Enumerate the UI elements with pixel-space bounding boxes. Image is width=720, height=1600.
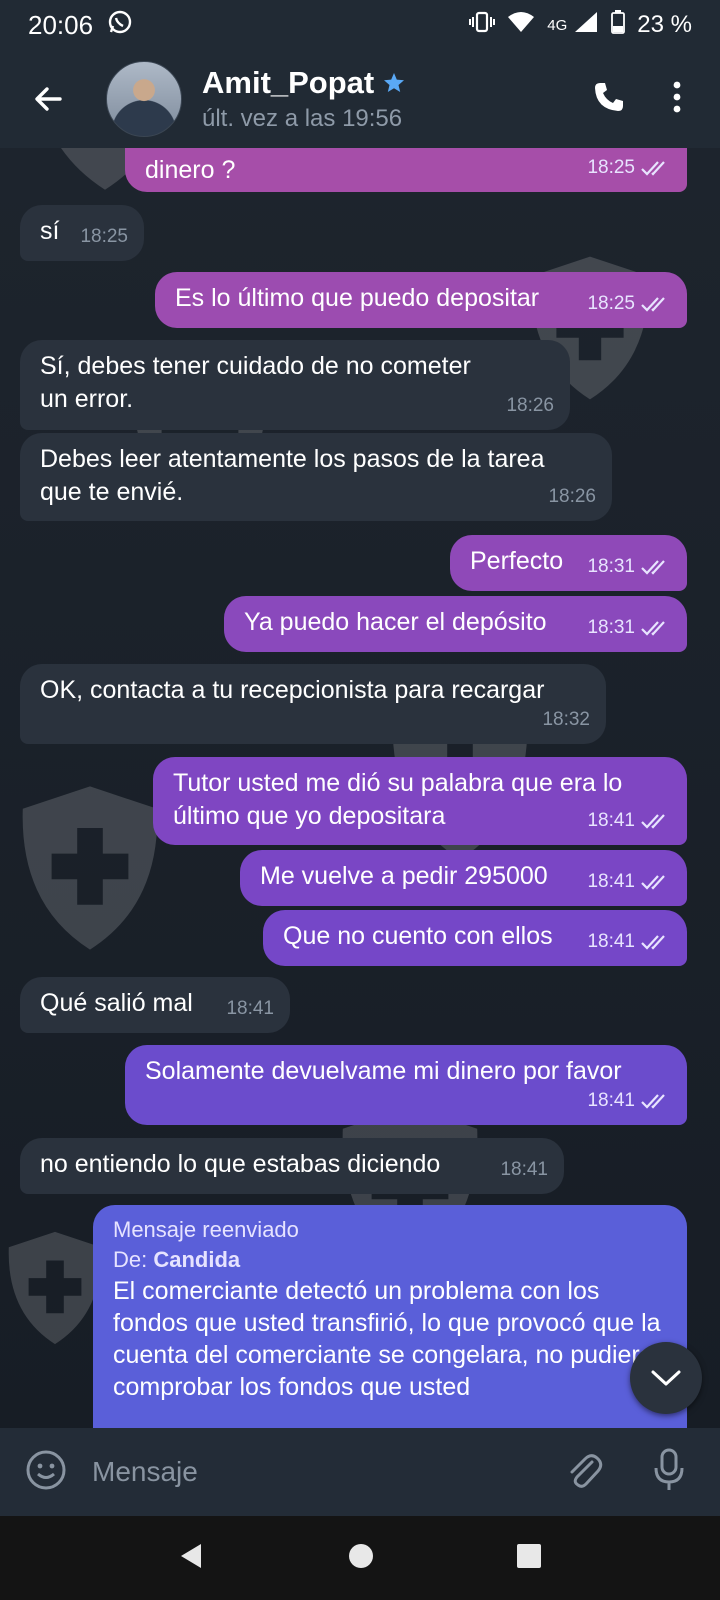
incoming-message[interactable]: Debes leer atentamente los pasos de la t… (20, 433, 612, 521)
double-check-icon (641, 160, 665, 176)
message-time: 18:41 (587, 931, 635, 952)
message-text: sí (40, 217, 60, 245)
message-text: El comerciante detectó un problema con l… (113, 1277, 661, 1401)
forwarded-from: De: Candida (113, 1245, 667, 1275)
double-check-icon (641, 1093, 665, 1109)
message-time: 18:25 (587, 293, 635, 314)
attach-button[interactable] (564, 1448, 604, 1497)
nav-back-button[interactable] (177, 1541, 207, 1576)
circle-home-icon (349, 1543, 373, 1568)
message-time: 18:31 (587, 617, 635, 638)
message-text: Es lo último que puedo depositar (175, 284, 540, 312)
message-text: Debes leer atentamente los pasos de la t… (40, 445, 545, 506)
scroll-down-button[interactable] (630, 1342, 702, 1414)
status-bar: 20:06 4G 23 % (0, 0, 720, 50)
message-text: Me vuelve a pedir 295000 (260, 862, 548, 890)
triangle-back-icon (181, 1543, 201, 1568)
signal-icon (573, 10, 599, 41)
outgoing-message[interactable]: Me vuelve a pedir 295000 18:41 (240, 850, 687, 906)
outgoing-message[interactable]: Es lo último que puedo depositar 18:25 (155, 272, 687, 328)
message-text: OK, contacta a tu recepcionista para rec… (40, 676, 545, 704)
outgoing-message[interactable]: Tutor usted me dió su palabra que era lo… (153, 757, 687, 845)
chat-header: Amit_Popat últ. vez a las 19:56 (0, 50, 720, 148)
message-time: 18:26 (506, 395, 554, 416)
forwarded-message[interactable]: Mensaje reenviado De: Candida El comerci… (93, 1205, 687, 1428)
message-input[interactable]: Mensaje (92, 1456, 198, 1488)
message-time: 18:41 (500, 1159, 548, 1180)
message-text: dinero ? (145, 156, 236, 184)
square-recents-icon (517, 1543, 541, 1568)
emoji-button[interactable] (24, 1448, 68, 1497)
chevron-down-icon (651, 1370, 681, 1386)
incoming-message[interactable]: no entiendo lo que estabas diciendo 18:4… (20, 1138, 564, 1194)
emoji-icon (26, 1450, 66, 1489)
vibrate-icon (469, 9, 496, 42)
double-check-icon (641, 296, 665, 312)
double-check-icon (641, 874, 665, 890)
message-time: 18:26 (548, 486, 596, 507)
incoming-message[interactable]: OK, contacta a tu recepcionista para rec… (20, 664, 606, 744)
forwarded-label: Mensaje reenviado (113, 1217, 299, 1242)
double-check-icon (641, 934, 665, 950)
message-time: 18:41 (587, 1090, 635, 1111)
message-text: no entiendo lo que estabas diciendo (40, 1150, 441, 1178)
double-check-icon (641, 620, 665, 636)
message-text: Qué salió mal (40, 989, 193, 1017)
forwarded-from-prefix: De: (113, 1247, 148, 1272)
whatsapp-icon (107, 9, 133, 42)
arrow-left-icon (35, 87, 62, 111)
message-text: Que no cuento con ellos (283, 922, 553, 950)
last-seen: últ. vez a las 19:56 (202, 105, 403, 132)
outgoing-message[interactable]: Solamente devuelvame mi dinero por favor… (125, 1045, 687, 1125)
back-button[interactable] (20, 71, 76, 127)
premium-star-icon (384, 73, 405, 92)
avatar[interactable] (106, 61, 182, 137)
voice-button[interactable] (652, 1447, 686, 1498)
outgoing-message[interactable]: Perfecto 18:31 (450, 535, 687, 591)
incoming-message[interactable]: Sí, debes tener cuidado de no cometer un… (20, 340, 570, 430)
incoming-message[interactable]: sí 18:25 (20, 205, 144, 261)
incoming-message[interactable]: Qué salió mal 18:41 (20, 977, 290, 1033)
message-time: 18:31 (587, 556, 635, 577)
message-time: 18:41 (587, 871, 635, 892)
message-text: Perfecto (470, 547, 564, 575)
message-composer: Mensaje (0, 1428, 720, 1516)
system-navigation-bar (0, 1516, 720, 1600)
forwarded-from-name: Candida (153, 1247, 241, 1272)
double-check-icon (641, 813, 665, 829)
status-time: 20:06 (28, 9, 94, 40)
shield-watermark-icon (22, 786, 158, 950)
phone-icon (595, 82, 623, 111)
message-list[interactable]: dinero ? 18:25 sí 18:25 Es lo último que… (0, 148, 720, 1428)
more-menu-button[interactable] (672, 80, 682, 119)
paperclip-icon (570, 1453, 603, 1488)
message-text: Tutor usted me dió su palabra que era lo… (173, 769, 623, 830)
outgoing-message[interactable]: Ya puedo hacer el depósito 18:31 (224, 596, 687, 652)
message-text: Solamente devuelvame mi dinero por favor (145, 1057, 622, 1085)
outgoing-message[interactable]: dinero ? 18:25 (125, 148, 687, 192)
message-text: Sí, debes tener cuidado de no cometer un… (40, 352, 471, 413)
contact-info[interactable]: Amit_Popat últ. vez a las 19:56 (202, 65, 406, 133)
battery-icon (611, 9, 626, 41)
network-type: 4G (547, 16, 568, 34)
outgoing-message[interactable]: Que no cuento con ellos 18:41 (263, 910, 687, 966)
wifi-icon (507, 10, 535, 41)
microphone-icon (654, 1448, 684, 1490)
message-time: 18:25 (80, 226, 128, 247)
nav-home-button[interactable] (347, 1542, 375, 1575)
nav-recents-button[interactable] (515, 1542, 543, 1575)
double-check-icon (641, 559, 665, 575)
message-text: Ya puedo hacer el depósito (244, 608, 547, 636)
message-time: 18:32 (542, 709, 590, 730)
telegram-chat-screen: 20:06 4G 23 % Amit_Popat últ. vez a las … (0, 0, 720, 1600)
more-vertical-icon (673, 81, 681, 112)
message-time: 18:41 (587, 810, 635, 831)
call-button[interactable] (592, 80, 626, 119)
contact-name: Amit_Popat (202, 65, 375, 100)
battery-level: 23 % (637, 11, 692, 38)
message-time: 18:41 (226, 998, 274, 1019)
message-time: 18:25 (587, 157, 635, 178)
